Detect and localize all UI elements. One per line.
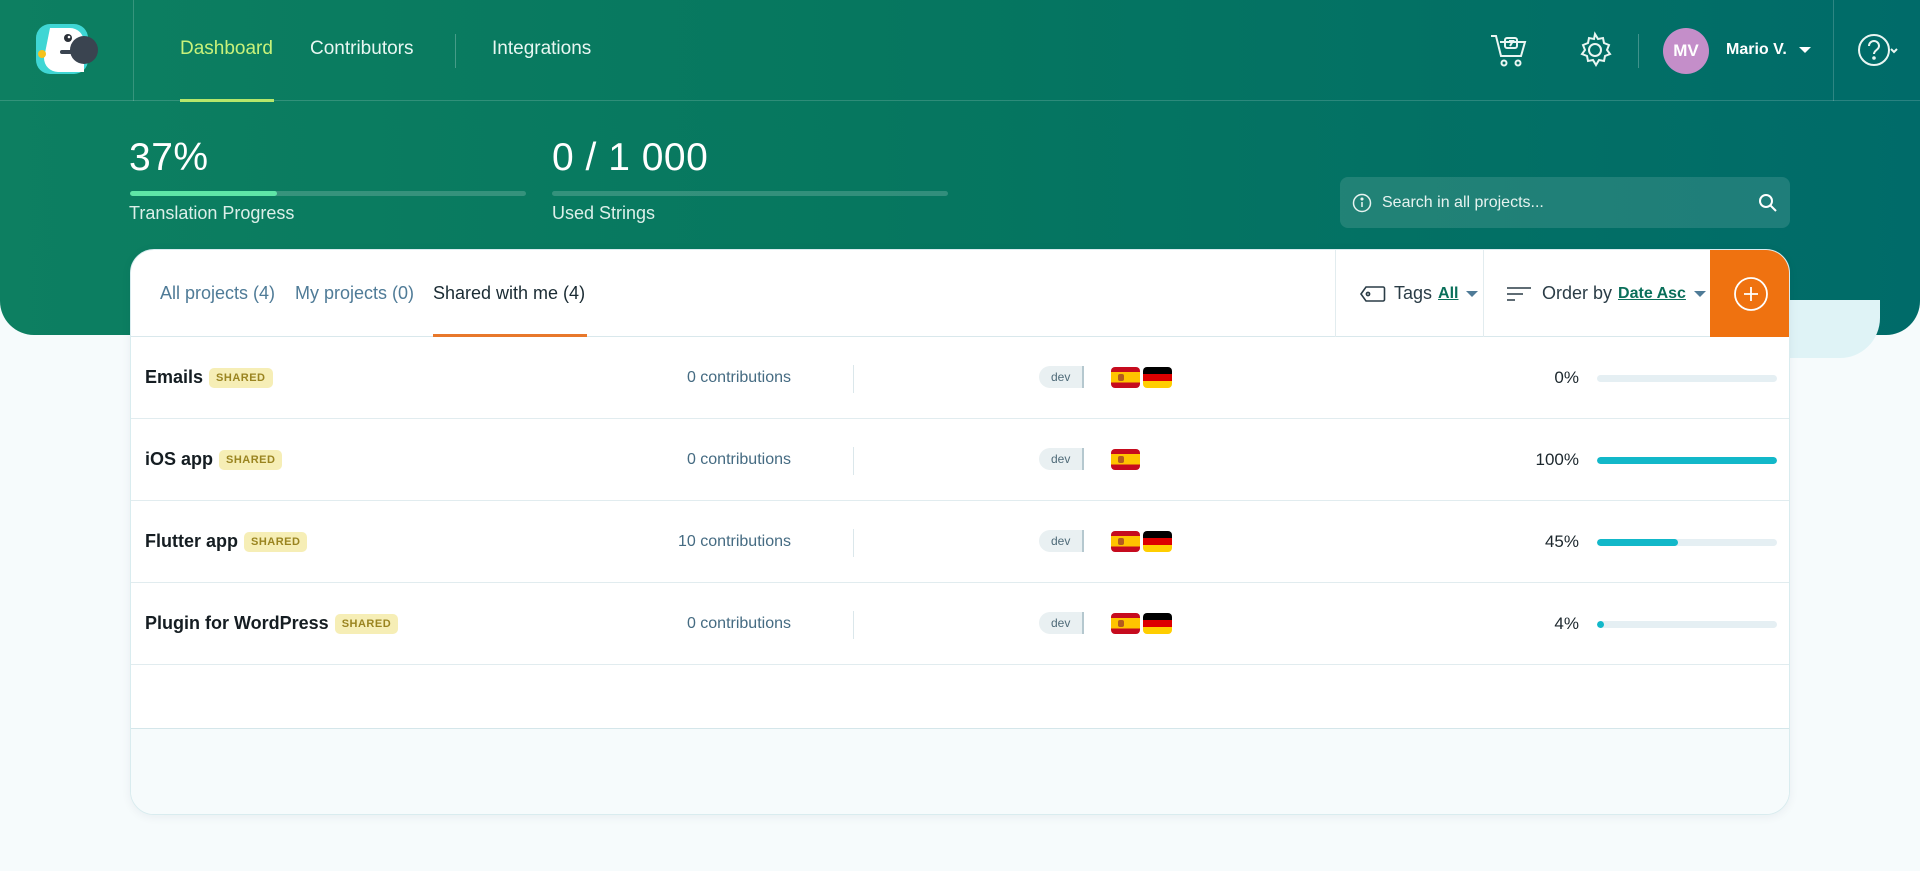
info-icon [1352,193,1372,212]
tags-filter[interactable]: Tags All [1335,250,1483,337]
top-navigation: Dashboard Contributors Integrations MV M… [0,0,1920,102]
project-name-cell: iOS app SHARED [145,449,283,470]
progress-percent: 0% [1554,368,1579,387]
nav-dashboard[interactable]: Dashboard [180,38,273,60]
search-icon[interactable] [1758,193,1778,213]
search-box [1340,177,1790,228]
user-menu[interactable]: Mario V. [1726,41,1812,59]
translation-progress-bar [130,191,526,196]
project-name[interactable]: Emails [145,367,203,388]
projects-toolbar: All projects (4) My projects (0) Shared … [131,250,1789,337]
environment-tag: dev [1039,530,1085,552]
nav-contributors[interactable]: Contributors [310,38,414,60]
search-input[interactable] [1382,193,1758,212]
project-name[interactable]: iOS app [145,449,213,470]
tag-icon [1360,285,1386,302]
flag-es-icon [1111,531,1140,552]
table-row[interactable]: Plugin for WordPress SHARED 0 contributi… [131,583,1789,665]
projects-card: All projects (4) My projects (0) Shared … [130,249,1790,815]
progress-bar [1597,375,1777,382]
chevron-down-icon [1693,290,1706,297]
row-divider [853,365,854,393]
flag-de-icon [1143,367,1172,388]
row-divider [853,529,854,557]
shared-badge: SHARED [209,367,273,388]
logo-area [0,0,134,101]
used-strings-label: Used Strings [552,203,656,223]
language-flags [1111,367,1172,388]
translation-progress-value: 37% [129,136,209,179]
progress-bar [1597,621,1777,628]
environment-tag: dev [1039,612,1085,634]
translation-progress-label: Translation Progress [129,203,295,223]
environment-tag: dev [1039,366,1085,388]
progress-bar-fill [1597,539,1678,546]
gear-icon[interactable] [1573,28,1617,72]
contributions-count: 10 contributions [678,533,791,550]
flag-es-icon [1111,613,1140,634]
contributions-count: 0 contributions [686,369,791,386]
tags-label: Tags [1394,283,1433,303]
progress-percent: 4% [1554,614,1579,633]
translation-progress-fill [130,191,277,196]
flag-es-icon [1111,367,1140,388]
add-project-button[interactable] [1710,250,1789,337]
chevron-down-icon [1466,290,1479,297]
table-row[interactable]: Flutter app SHARED 10 contributions dev … [131,501,1789,583]
flag-de-icon [1143,531,1172,552]
contributions-count: 0 contributions [686,451,791,468]
order-by-label: Order by [1542,283,1613,303]
progress-bar-fill [1597,457,1777,464]
avatar[interactable]: MV [1663,28,1709,74]
project-name[interactable]: Plugin for WordPress [145,613,329,634]
nav-divider [1638,34,1639,68]
tab-my-projects[interactable]: My projects (0) [295,283,414,304]
help-area [1833,0,1920,101]
nav-integrations[interactable]: Integrations [492,38,591,60]
row-divider [853,447,854,475]
shopping-cart-icon[interactable] [1487,28,1531,72]
shared-badge: SHARED [244,531,308,552]
sort-icon [1507,286,1531,301]
user-name-label: Mario V. [1726,41,1787,58]
projects-card-footer [131,728,1789,814]
order-by-value[interactable]: Date Asc [1618,285,1686,303]
language-flags [1111,613,1172,634]
flag-de-icon [1143,613,1172,634]
shared-badge: SHARED [334,613,399,634]
project-name-cell: Emails SHARED [145,367,273,388]
nav-active-indicator [180,99,274,102]
nav-divider [455,34,456,68]
used-strings-bar [552,191,948,196]
row-divider [853,611,854,639]
language-flags [1111,531,1172,552]
shared-badge: SHARED [219,449,283,470]
progress-bar [1597,539,1777,546]
tags-value[interactable]: All [1438,285,1458,303]
flag-es-icon [1111,449,1140,470]
project-name[interactable]: Flutter app [145,531,238,552]
plus-circle-icon [1733,276,1768,311]
used-strings-value: 0 / 1 000 [552,136,709,179]
progress-bar-fill [1597,621,1605,628]
chevron-down-icon [1799,46,1812,53]
order-by-control[interactable]: Order by Date Asc [1483,250,1710,337]
language-flags [1111,449,1140,470]
parrot-logo-icon[interactable] [36,24,98,76]
progress-bar [1597,457,1777,464]
environment-tag: dev [1039,448,1085,470]
table-row[interactable]: iOS app SHARED 0 contributions dev 100% [131,419,1789,501]
progress-percent: 45% [1544,532,1579,551]
project-name-cell: Flutter app SHARED [145,531,308,552]
progress-percent: 100% [1535,450,1579,469]
empty-row [131,665,1789,729]
table-row[interactable]: Emails SHARED 0 contributions dev 0% [131,337,1789,419]
contributions-count: 0 contributions [686,615,791,632]
tab-shared-with-me[interactable]: Shared with me (4) [433,283,585,304]
project-name-cell: Plugin for WordPress SHARED [145,613,399,634]
tab-all-projects[interactable]: All projects (4) [160,283,275,304]
help-icon[interactable] [1856,28,1900,72]
